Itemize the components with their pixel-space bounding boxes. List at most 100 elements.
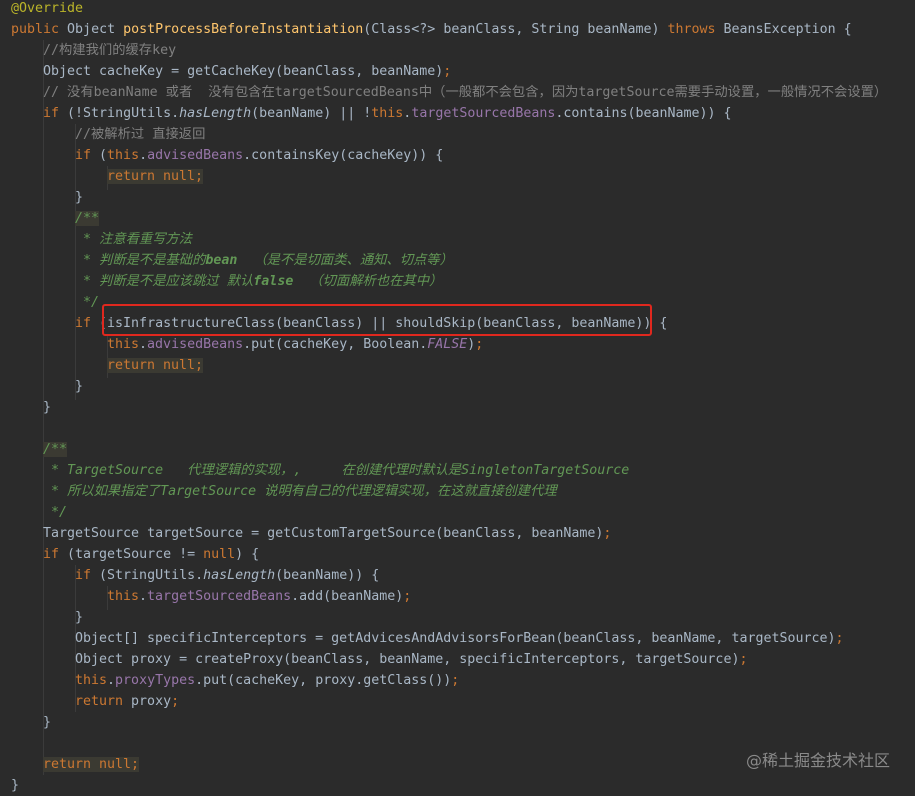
code-token: ; (443, 64, 452, 79)
code-token: return null; (107, 169, 204, 184)
code-token: .containsKey(cacheKey)) { (243, 148, 444, 163)
code-token: (beanName) || ! (251, 106, 372, 121)
code-token: postProcessBeforeInstantiation (123, 22, 364, 37)
code-line: } (43, 397, 51, 418)
code-line: public Object postProcessBeforeInstantia… (11, 19, 852, 40)
code-token: hasLength (203, 568, 276, 583)
code-token: ; (171, 694, 180, 709)
code-line: */ (43, 502, 67, 523)
code-token: */ (75, 295, 100, 310)
code-token: (!StringUtils. (67, 106, 180, 121)
code-token: } (75, 610, 84, 625)
code-token: return null; (107, 358, 204, 373)
code-token: (beanName)) { (275, 568, 380, 583)
watermark: @稀土掘金技术社区 (745, 751, 890, 770)
code-line: * 注意看重写方法 (75, 229, 192, 250)
code-token: public (11, 22, 68, 37)
code-token: /** (43, 442, 68, 457)
code-line: //被解析过 直接返回 (75, 124, 205, 145)
code-line: this.proxyTypes.put(cacheKey, proxy.getC… (75, 670, 459, 691)
code-line: } (75, 187, 83, 208)
code-token: } (75, 190, 84, 205)
code-line: Object proxy = createProxy(beanClass, be… (75, 649, 747, 670)
code-token: .add(beanName) (291, 589, 404, 604)
code-line: } (75, 607, 83, 628)
code-token: * 所以如果指定了TargetSource 说明有自己的代理逻辑实现，在这就直接… (43, 484, 557, 499)
code-token: if (75, 568, 100, 583)
highlight-box (102, 304, 652, 336)
code-editor[interactable]: @Override public Object postProcessBefore… (0, 0, 915, 793)
code-token: (StringUtils. (99, 568, 204, 583)
code-line: return proxy; (75, 691, 179, 712)
code-token: ; (835, 631, 844, 646)
code-line: if (StringUtils.hasLength(beanName)) { (75, 565, 379, 586)
code-token: (targetSource != (67, 547, 204, 562)
code-token: if (75, 148, 100, 163)
code-line: * 所以如果指定了TargetSource 说明有自己的代理逻辑实现，在这就直接… (43, 481, 557, 502)
code-token: TargetSource targetSource = getCustomTar… (43, 526, 604, 541)
code-token: } (43, 715, 52, 730)
code-token: （是不是切面类、通知、切点等） (237, 253, 453, 268)
code-line: @Override (11, 0, 83, 19)
code-token: } (43, 400, 52, 415)
code-token: * 注意看重写方法 (75, 232, 193, 247)
code-line: return null; (107, 166, 204, 187)
code-token: FALSE (427, 337, 468, 352)
code-line: if (targetSource != null) { (43, 544, 259, 565)
code-token: Object (67, 22, 124, 37)
code-token: advisedBeans (147, 337, 244, 352)
code-token: ; (451, 673, 460, 688)
code-token: BeansException { (723, 22, 852, 37)
code-token: return null; (43, 757, 140, 772)
code-token: . (107, 673, 116, 688)
code-token: Object[] specificInterceptors = getAdvic… (75, 631, 836, 646)
code-token: (Class<?> beanClass, String beanName) (363, 22, 668, 37)
code-token: this (107, 148, 140, 163)
code-token: Object cacheKey = getCacheKey(beanClass,… (43, 64, 444, 79)
code-token: （切面解析也在其中） (293, 274, 443, 289)
code-line: if (!StringUtils.hasLength(beanName) || … (43, 103, 732, 124)
code-token: .contains(beanName)) { (555, 106, 732, 121)
code-line: if (this.advisedBeans.containsKey(cacheK… (75, 145, 443, 166)
code-token: if (43, 547, 68, 562)
code-line: this.advisedBeans.put(cacheKey, Boolean.… (107, 334, 483, 355)
code-token: ; (475, 337, 484, 352)
code-line: */ (75, 292, 99, 313)
code-token: * TargetSource 代理逻辑的实现，, 在创建代理时默认是Single… (43, 463, 630, 478)
code-line: Object[] specificInterceptors = getAdvic… (75, 628, 844, 649)
code-token: */ (43, 505, 68, 520)
code-line: return null; (107, 355, 204, 376)
code-token: //构建我们的缓存key (43, 43, 177, 58)
code-token: advisedBeans (147, 148, 244, 163)
code-token: . (139, 148, 148, 163)
code-token: .put(cacheKey, Boolean. (243, 337, 428, 352)
code-token: ( (99, 148, 108, 163)
code-line: * TargetSource 代理逻辑的实现，, 在创建代理时默认是Single… (43, 460, 629, 481)
code-line: return null; (43, 754, 140, 775)
code-token: ; (603, 526, 612, 541)
code-line: } (75, 376, 83, 397)
code-token: this (75, 673, 108, 688)
code-token: null (203, 547, 236, 562)
code-token: . (139, 589, 148, 604)
code-line: this.targetSourcedBeans.add(beanName); (107, 586, 411, 607)
code-token: proxyTypes (115, 673, 196, 688)
code-token: this (107, 337, 140, 352)
code-token: } (11, 778, 20, 793)
code-token: proxy (131, 694, 172, 709)
code-token: * 判断是不是应该跳过 默认 (75, 274, 254, 289)
code-token: return (75, 694, 132, 709)
code-line: TargetSource targetSource = getCustomTar… (43, 523, 611, 544)
code-line: //构建我们的缓存key (43, 40, 176, 61)
code-token: if (75, 316, 100, 331)
code-token: ; (403, 589, 412, 604)
code-token: if (43, 106, 68, 121)
code-token: targetSourcedBeans (147, 589, 292, 604)
code-token: . (139, 337, 148, 352)
code-token: .put(cacheKey, proxy.getClass()) (195, 673, 452, 688)
code-line: /** (75, 208, 100, 229)
code-line: /** (43, 439, 68, 460)
code-token: ; (739, 652, 748, 667)
code-token: false (253, 274, 294, 289)
code-token: this (107, 589, 140, 604)
